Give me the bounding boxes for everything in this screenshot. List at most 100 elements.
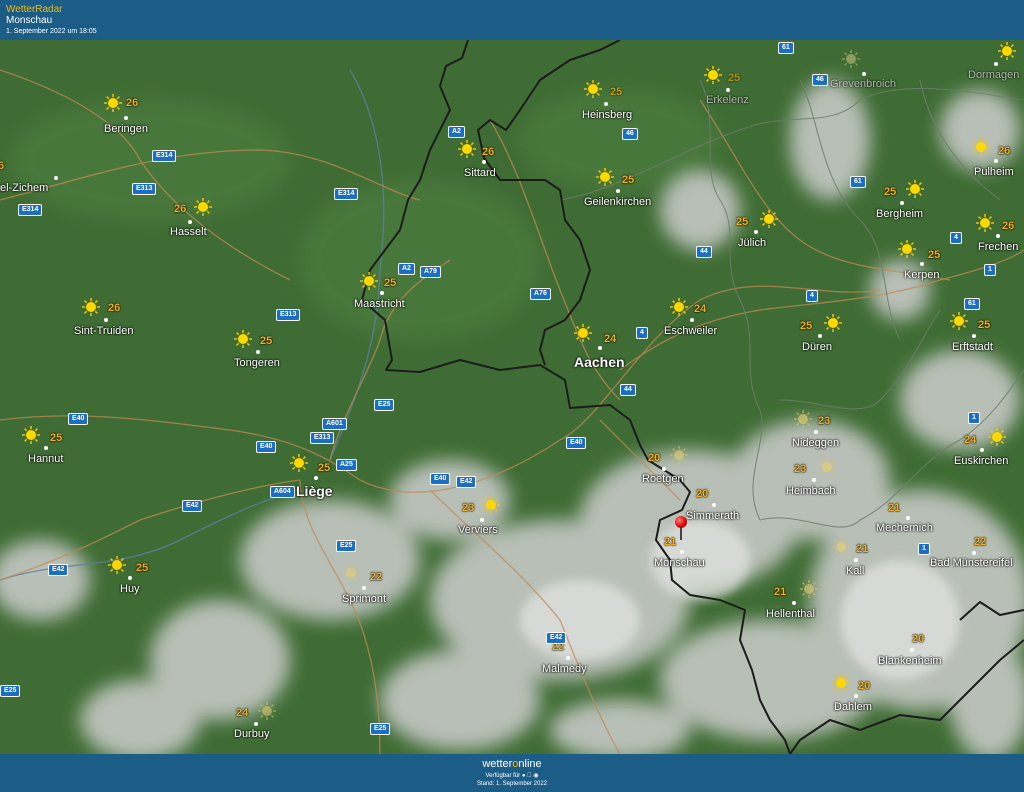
city-dot bbox=[910, 648, 914, 652]
sun-icon bbox=[360, 272, 378, 290]
temperature-label: 25 bbox=[736, 216, 749, 228]
city-name: Bad Münstereifel bbox=[930, 557, 1013, 569]
temperature-label: 21 bbox=[856, 543, 869, 555]
sun-icon bbox=[800, 580, 818, 598]
road-sign: 46 bbox=[622, 128, 638, 140]
city-name: Dormagen bbox=[968, 69, 1020, 81]
city-dot bbox=[900, 201, 904, 205]
city-dot bbox=[124, 116, 128, 120]
city-name: Sprimont bbox=[342, 593, 387, 605]
city-name: Pulheim bbox=[974, 166, 1014, 178]
temperature-label: 6 bbox=[0, 160, 5, 172]
sun-icon bbox=[976, 214, 994, 232]
city-dot bbox=[104, 318, 108, 322]
weather-map[interactable]: 26 Beringen 26 Hasselt 26 Sint-Truiden 2… bbox=[0, 40, 1024, 754]
city-name: Dahlem bbox=[834, 701, 872, 713]
road-sign: 4 bbox=[636, 327, 648, 339]
city-dot bbox=[994, 62, 998, 66]
road-sign: A601 bbox=[322, 418, 347, 430]
city-name: Düren bbox=[802, 341, 832, 353]
city-dot bbox=[480, 518, 484, 522]
road-sign: E25 bbox=[0, 685, 21, 697]
sun-icon bbox=[670, 446, 688, 464]
city-dot bbox=[256, 350, 260, 354]
temperature-label: 25 bbox=[260, 335, 273, 347]
temperature-label: 26 bbox=[174, 203, 187, 215]
location-pin-icon[interactable] bbox=[675, 516, 687, 528]
city-dot bbox=[906, 516, 910, 520]
city-dot bbox=[792, 601, 796, 605]
city-dot bbox=[128, 576, 132, 580]
temperature-label: 25 bbox=[978, 319, 991, 331]
road-sign: E314 bbox=[18, 204, 43, 216]
road-sign: E314 bbox=[152, 150, 177, 162]
road-sign: 44 bbox=[620, 384, 636, 396]
road-sign: E40 bbox=[256, 441, 277, 453]
city-name: Euskirchen bbox=[954, 455, 1009, 467]
timestamp: 1. September 2022 um 18:05 bbox=[6, 28, 97, 35]
road-sign: E42 bbox=[182, 500, 203, 512]
city-dot bbox=[814, 430, 818, 434]
city-name: Beringen bbox=[104, 123, 149, 135]
city-name: Tongeren bbox=[234, 357, 280, 369]
road-sign: E42 bbox=[546, 632, 567, 644]
city-name: Sittard bbox=[464, 167, 496, 179]
sun-icon bbox=[584, 80, 602, 98]
city-name: Heimbach bbox=[786, 485, 836, 497]
temperature-label: 25 bbox=[728, 72, 741, 84]
temperature-label: 26 bbox=[126, 97, 139, 109]
sun-icon bbox=[574, 324, 592, 342]
temperature-label: 24 bbox=[604, 333, 617, 345]
temperature-label: 23 bbox=[462, 502, 475, 514]
sun-icon bbox=[950, 312, 968, 330]
road-sign: E314 bbox=[334, 188, 359, 200]
city-name: Hellenthal bbox=[766, 608, 815, 620]
city-name: Eschweiler bbox=[664, 325, 718, 337]
city-name: Erkelenz bbox=[706, 94, 749, 106]
city-dot bbox=[972, 334, 976, 338]
sun-icon bbox=[234, 330, 252, 348]
location-title: Monschau bbox=[6, 15, 53, 26]
city-dot bbox=[380, 291, 384, 295]
road-sign: E42 bbox=[456, 476, 477, 488]
temperature-label: 22 bbox=[370, 571, 383, 583]
brand-pre: wetter bbox=[482, 758, 513, 770]
city-dot bbox=[812, 478, 816, 482]
road-sign: A25 bbox=[336, 459, 357, 471]
sun-icon bbox=[794, 410, 812, 428]
city-name: Liège bbox=[296, 483, 333, 499]
platform-icons: ●  ◉ bbox=[522, 773, 539, 779]
city-name: Sint-Truiden bbox=[74, 325, 134, 337]
city-dot bbox=[996, 234, 1000, 238]
road-sign: A79 bbox=[420, 266, 441, 278]
temperature-label: 21 bbox=[774, 586, 787, 598]
city-dot bbox=[254, 722, 258, 726]
city-dot bbox=[754, 230, 758, 234]
city-dot bbox=[604, 102, 608, 106]
city-dot bbox=[854, 558, 858, 562]
road-sign: E25 bbox=[336, 540, 357, 552]
road-sign: E25 bbox=[374, 399, 395, 411]
city-dot bbox=[44, 446, 48, 450]
road-sign: A2 bbox=[398, 263, 415, 275]
sun-icon bbox=[824, 314, 842, 332]
city-name: Nideggen bbox=[792, 437, 840, 449]
brand-logo[interactable]: wetteronline bbox=[0, 758, 1024, 770]
city-dot bbox=[920, 262, 924, 266]
temperature-label: 21 bbox=[888, 502, 901, 514]
sun-icon bbox=[596, 168, 614, 186]
sun-icon bbox=[760, 210, 778, 228]
sun-icon bbox=[258, 702, 276, 720]
road-sign: E40 bbox=[68, 413, 89, 425]
city-name: Jülich bbox=[738, 237, 767, 249]
sun-icon bbox=[906, 180, 924, 198]
temperature-label: 20 bbox=[858, 680, 871, 692]
temperature-label: 20 bbox=[648, 452, 661, 464]
brand-post: nline bbox=[518, 758, 542, 770]
stand-text: Stand: 1. September 2022 bbox=[476, 781, 548, 787]
sun-icon bbox=[988, 428, 1006, 446]
road-sign: 61 bbox=[850, 176, 866, 188]
temperature-label: 25 bbox=[384, 277, 397, 289]
city-name: Verviers bbox=[458, 524, 498, 536]
city-name: Hannut bbox=[28, 453, 64, 465]
